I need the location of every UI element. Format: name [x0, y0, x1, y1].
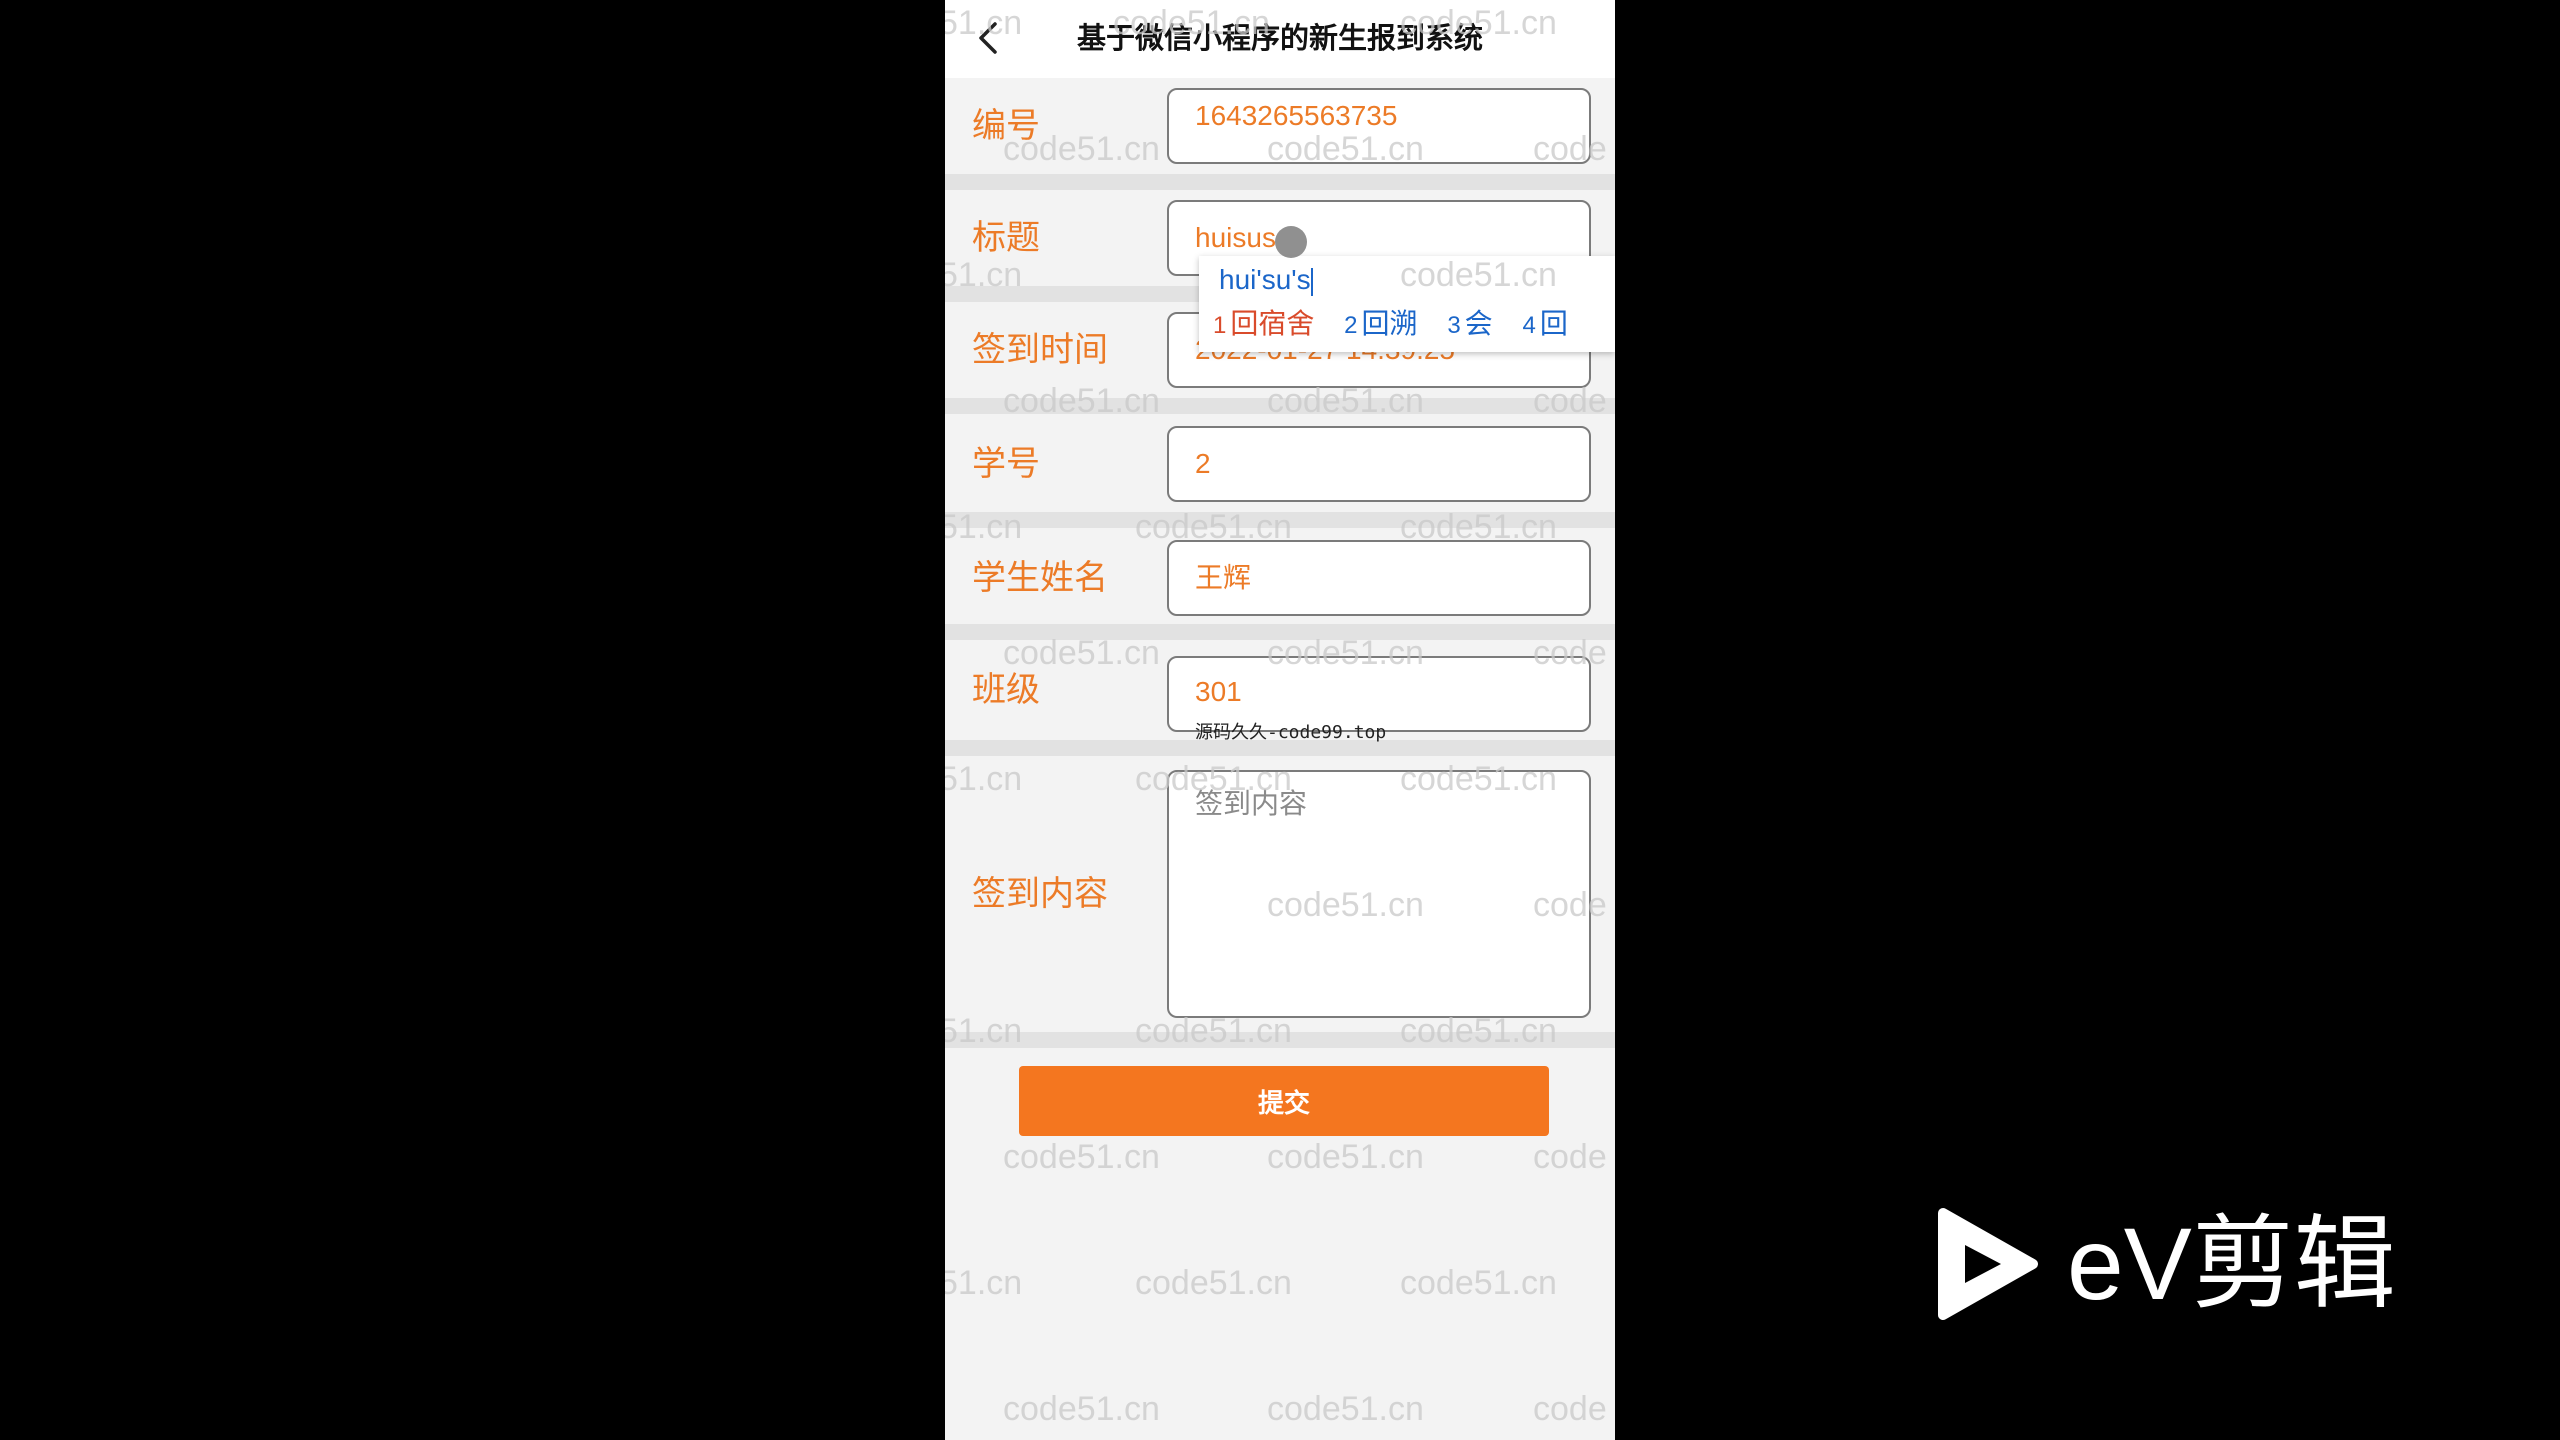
- watermark: code51.cn: [1267, 1138, 1424, 1176]
- candidate-number: 1: [1213, 312, 1227, 339]
- checkin-time-label: 签到时间: [972, 330, 1108, 370]
- text-caret: [1310, 267, 1313, 296]
- watermark: code: [1533, 1390, 1607, 1428]
- source-overlay-text: 源码久久-code99.top: [1195, 722, 1387, 743]
- candidate-number: 4: [1522, 312, 1536, 339]
- touch-indicator: [1275, 226, 1307, 258]
- ime-composition-text: hui'su's: [1219, 264, 1311, 295]
- candidate-text: 回宿舍: [1230, 308, 1315, 339]
- watermark: code51.cn: [1003, 1138, 1160, 1176]
- watermark: code: [1533, 1138, 1607, 1176]
- editor-brand-watermark: eV剪辑: [1935, 1205, 2435, 1335]
- class-label: 班级: [972, 670, 1040, 710]
- row-divider: [945, 398, 1615, 414]
- form-row-student-name: 学生姓名 王辉: [945, 528, 1615, 624]
- watermark: code51.cn: [1400, 1264, 1557, 1302]
- form-row-student-id: 学号 2: [945, 414, 1615, 512]
- watermark: code51.cn: [1267, 1390, 1424, 1428]
- brand-name: eV剪辑: [2067, 1207, 2396, 1321]
- id-field[interactable]: 1643265563735: [1167, 88, 1591, 164]
- row-divider: [945, 174, 1615, 190]
- play-triangle-icon: [1935, 1205, 2041, 1323]
- phone-screen: 基于微信小程序的新生报到系统 编号 1643265563735 标题 huisu…: [945, 0, 1615, 1440]
- row-divider: [945, 512, 1615, 528]
- student-id-input[interactable]: 2: [1167, 426, 1591, 502]
- candidate-text: 会: [1464, 308, 1493, 339]
- student-name-input[interactable]: 王辉: [1167, 540, 1591, 616]
- submit-button[interactable]: 提交: [1019, 1066, 1549, 1136]
- student-name-label: 学生姓名: [972, 558, 1108, 598]
- row-divider: [945, 624, 1615, 640]
- page-title: 基于微信小程序的新生报到系统: [1076, 21, 1483, 55]
- ime-candidate[interactable]: 1 回宿舍: [1213, 304, 1314, 346]
- checkin-content-textarea[interactable]: 签到内容: [1167, 770, 1591, 1018]
- form-row-checkin-content: 签到内容 签到内容: [945, 756, 1615, 1032]
- watermark: 51.cn: [945, 1264, 1023, 1302]
- candidate-text: 回: [1539, 308, 1568, 339]
- candidate-text: 回溯: [1361, 308, 1418, 339]
- ime-candidate-popup: hui'su's 1 回宿舍 2 回溯 3会 4回: [1199, 256, 1615, 352]
- title-label: 标题: [972, 218, 1040, 258]
- form-row-id: 编号 1643265563735: [945, 78, 1615, 174]
- ime-candidate[interactable]: 2 回溯: [1344, 304, 1417, 346]
- id-label: 编号: [972, 106, 1040, 146]
- row-divider: [945, 1032, 1615, 1048]
- candidate-number: 2: [1344, 312, 1358, 339]
- ime-candidate-list: 1 回宿舍 2 回溯 3会 4回: [1213, 304, 1590, 344]
- watermark: code51.cn: [1135, 1264, 1292, 1302]
- watermark: code51.cn: [1003, 1390, 1160, 1428]
- ime-candidate[interactable]: 4回: [1522, 304, 1567, 346]
- student-id-label: 学号: [972, 444, 1040, 484]
- ime-candidate[interactable]: 3会: [1447, 304, 1492, 346]
- ime-composition: hui'su's: [1219, 260, 1313, 300]
- candidate-number: 3: [1447, 312, 1461, 339]
- nav-bar: 基于微信小程序的新生报到系统: [945, 0, 1615, 78]
- checkin-content-label: 签到内容: [972, 874, 1108, 914]
